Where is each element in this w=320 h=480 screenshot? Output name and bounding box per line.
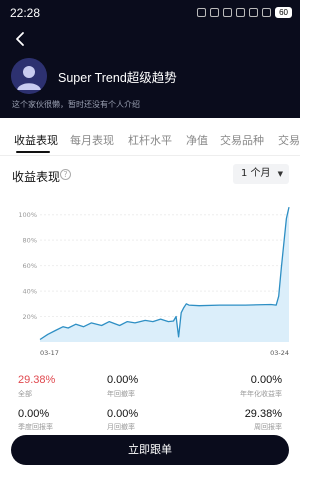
stat-value-annualized: 0.00% xyxy=(250,374,282,386)
caret-down-icon: ▼ xyxy=(277,170,283,178)
status-icons: 60 xyxy=(197,7,292,18)
help-icon[interactable]: ? xyxy=(60,169,71,180)
y-tick-label: 20% xyxy=(23,313,37,321)
stat-label-year-drawdown: 年回撤率 xyxy=(107,390,135,398)
wifi-icon xyxy=(249,8,259,17)
active-tab-indicator xyxy=(16,151,50,153)
y-tick-label: 100% xyxy=(18,211,37,219)
tab-bar: 收益表现 每月表现 杠杆水平 净值 交易品种 交易 xyxy=(0,126,300,156)
stat-value-quarter: 0.00% xyxy=(18,408,50,420)
x-tick-label: 03-17 xyxy=(40,349,59,357)
signal-icon xyxy=(262,8,272,17)
battery-icon: 60 xyxy=(275,7,292,18)
tab-net-value[interactable]: 净值 xyxy=(186,132,208,148)
period-value: 1 个月 xyxy=(241,168,271,179)
performance-chart: 20% 40% 60% 80% 100% 03-17 03-24 xyxy=(18,206,290,357)
tab-trades[interactable]: 交易 xyxy=(278,132,300,148)
series-area xyxy=(40,207,289,342)
tab-leverage[interactable]: 杠杆水平 xyxy=(128,132,172,148)
stat-value-month-drawdown: 0.00% xyxy=(107,408,139,420)
avatar[interactable] xyxy=(11,58,47,94)
profile-header: 22:28 60 Super Trend超级趋势 这个家伙很懒，暂时还没有个人介… xyxy=(0,0,300,118)
stat-value-year-drawdown: 0.00% xyxy=(107,374,139,386)
notification-icon xyxy=(223,8,233,17)
stat-value-week: 29.38% xyxy=(244,408,282,420)
profile-intro: 这个家伙很懒，暂时还没有个人介绍 xyxy=(12,100,140,109)
stat-label-annualized: 年年化收益率 xyxy=(240,390,282,398)
stat-label-month-drawdown: 月回撤率 xyxy=(107,423,135,431)
stat-label-total: 全部 xyxy=(18,390,32,398)
y-tick-label: 60% xyxy=(23,262,37,270)
mute-icon xyxy=(236,8,246,17)
y-tick-label: 40% xyxy=(23,288,37,296)
stat-label-quarter: 季度回报率 xyxy=(18,423,53,431)
user-silhouette-icon xyxy=(11,58,47,94)
status-bar: 22:28 60 xyxy=(0,0,300,26)
strategy-title: Super Trend超级趋势 xyxy=(58,71,177,85)
follow-button[interactable]: 立即跟单 xyxy=(11,435,289,465)
stat-label-week: 周回报率 xyxy=(254,423,282,431)
tab-instruments[interactable]: 交易品种 xyxy=(220,132,264,148)
x-tick-label: 03-24 xyxy=(270,349,289,357)
stat-value-total: 29.38% xyxy=(18,374,56,386)
tab-monthly[interactable]: 每月表现 xyxy=(70,132,114,148)
tab-performance[interactable]: 收益表现 xyxy=(14,132,58,148)
y-tick-label: 80% xyxy=(23,237,37,245)
notification-icon xyxy=(210,8,220,17)
back-button[interactable] xyxy=(12,30,30,48)
status-time: 22:28 xyxy=(10,6,41,20)
section-title: 收益表现 xyxy=(12,170,61,184)
period-dropdown[interactable]: 1 个月 ▼ xyxy=(233,164,289,184)
notification-icon xyxy=(197,8,207,17)
